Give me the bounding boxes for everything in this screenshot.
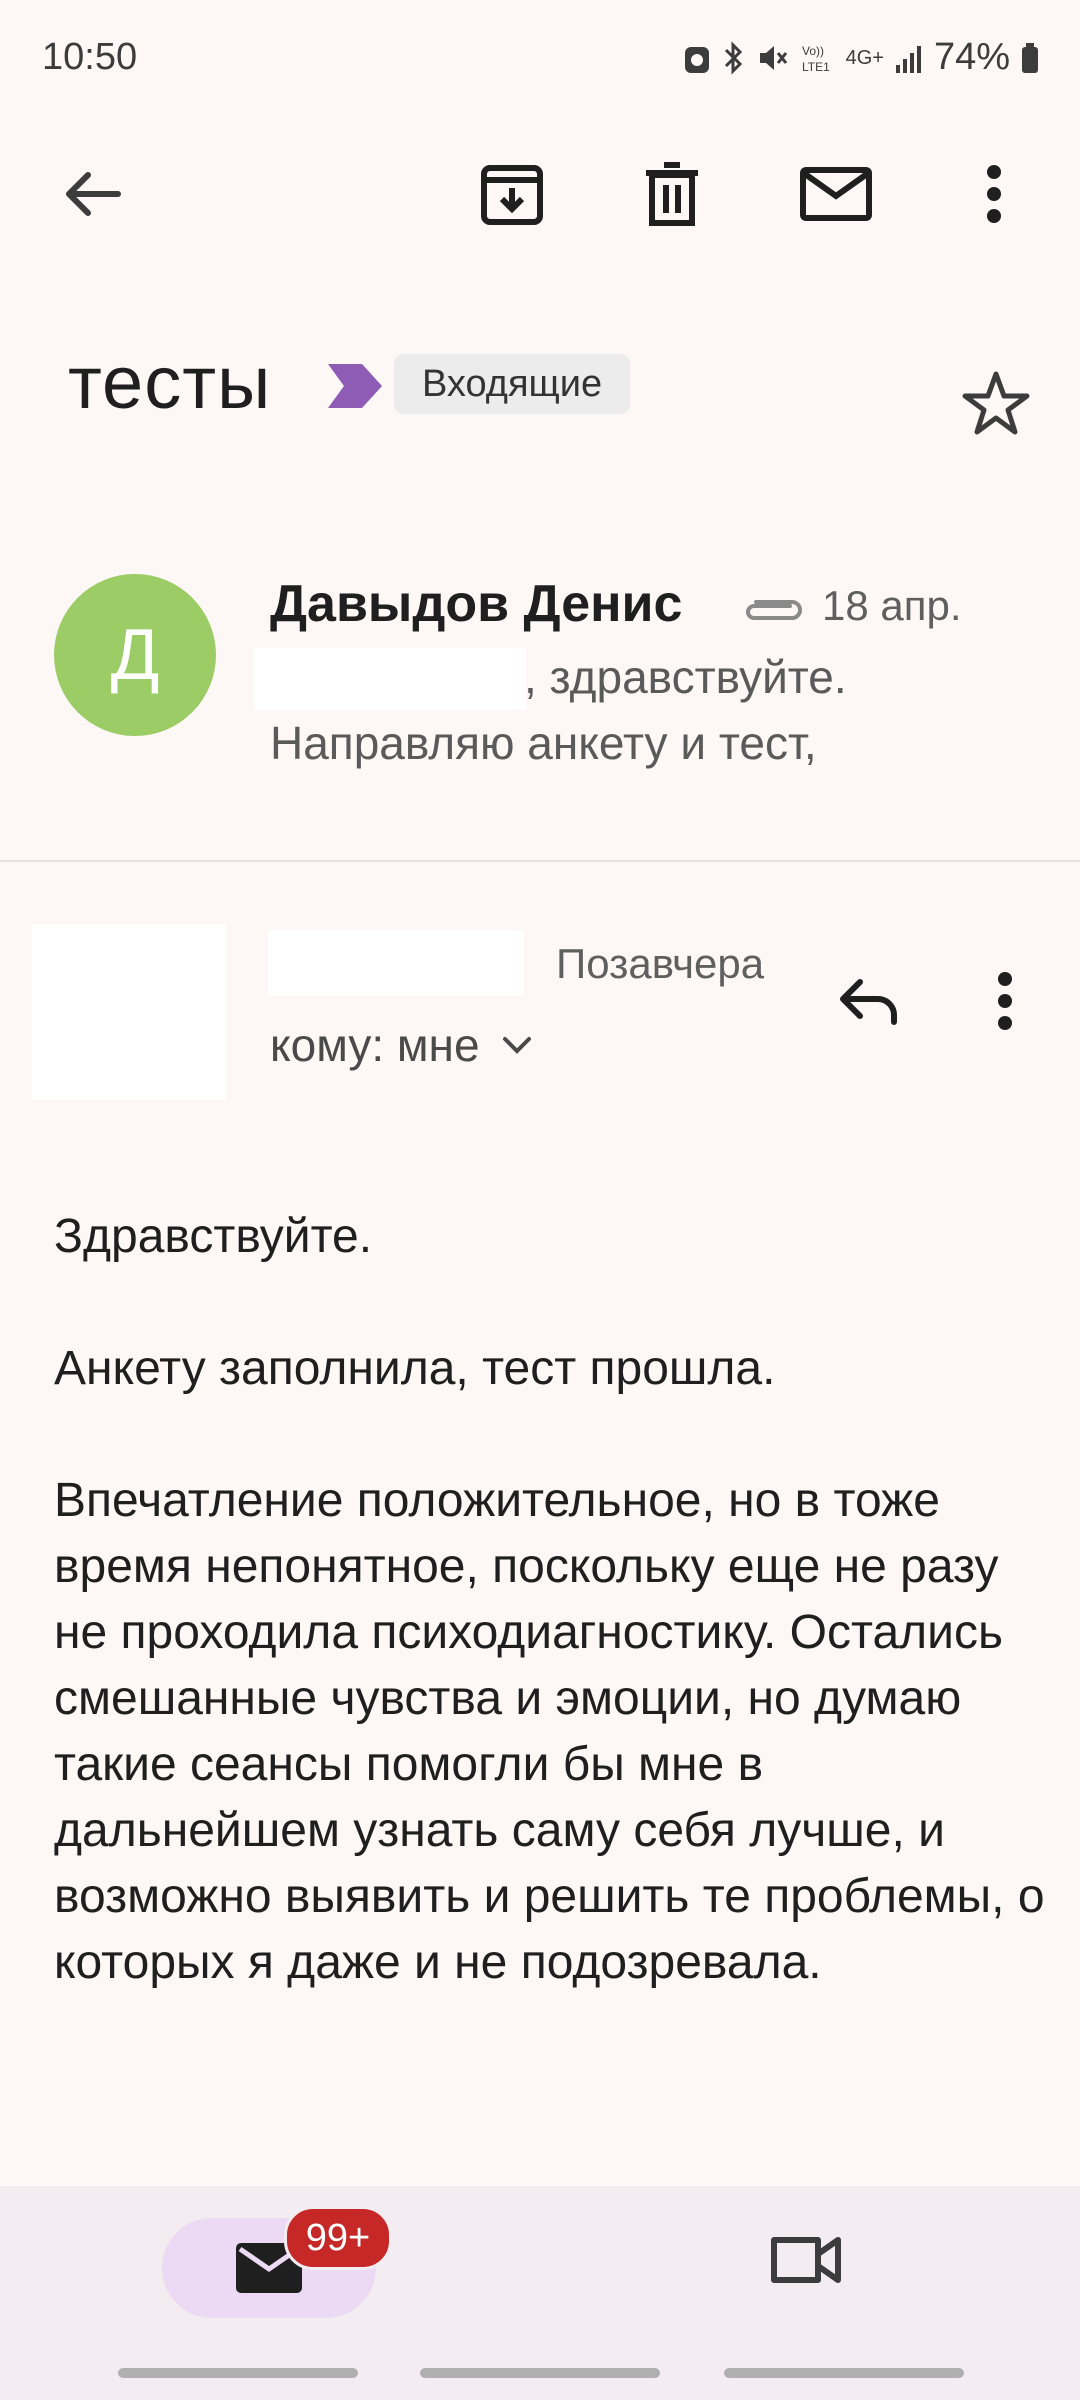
snippet-line-1: , здравствуйте. bbox=[524, 651, 847, 703]
subject-title: тесты bbox=[68, 341, 272, 424]
sender-avatar[interactable]: Д bbox=[54, 574, 216, 736]
volte-icon: Vo)) LTE1 bbox=[802, 44, 830, 74]
star-button[interactable] bbox=[962, 370, 1030, 441]
more-vert-icon bbox=[998, 972, 1012, 1030]
message-date-2: Позавчера bbox=[556, 940, 765, 987]
gesture-bar-right bbox=[724, 2368, 964, 2378]
archive-button[interactable] bbox=[462, 144, 562, 244]
reply-icon bbox=[840, 979, 897, 1025]
attachment-icon bbox=[746, 600, 802, 620]
message-date: 18 апр. bbox=[822, 582, 962, 629]
trash-icon bbox=[646, 162, 698, 226]
redacted-name bbox=[254, 648, 526, 710]
message-divider bbox=[0, 860, 1080, 862]
recipients-label: кому: мне bbox=[270, 1019, 480, 1071]
star-icon bbox=[962, 371, 1030, 435]
back-arrow-icon bbox=[66, 172, 121, 216]
mute-icon bbox=[759, 45, 787, 70]
status-icons: Vo)) LTE1 4G+ 74% bbox=[682, 36, 1040, 79]
gesture-bar-center bbox=[420, 2368, 660, 2378]
back-button[interactable] bbox=[42, 144, 142, 244]
battery-icon bbox=[1022, 42, 1038, 73]
svg-text:Vo)): Vo)) bbox=[802, 44, 824, 58]
redacted-sender bbox=[268, 930, 524, 996]
more-vert-icon bbox=[987, 165, 1001, 223]
alarm-icon bbox=[684, 46, 709, 73]
archive-icon bbox=[481, 165, 543, 225]
redacted-avatar bbox=[32, 924, 226, 1100]
delete-button[interactable] bbox=[622, 144, 722, 244]
nav-meet-button[interactable] bbox=[770, 2232, 842, 2293]
svg-text:LTE1: LTE1 bbox=[802, 60, 830, 74]
message-body: Здравствуйте. Анкету заполнила, тест про… bbox=[54, 1204, 1054, 2062]
recipients-toggle[interactable]: кому: мне bbox=[270, 1018, 532, 1072]
bluetooth-icon bbox=[724, 40, 742, 75]
mail-unread-icon bbox=[800, 167, 872, 221]
video-camera-icon bbox=[771, 2237, 841, 2283]
message-more-button[interactable] bbox=[970, 956, 1040, 1046]
battery-percent: 74% bbox=[933, 36, 1010, 78]
label-importance-icon bbox=[328, 364, 382, 408]
snippet-line-2: Направляю анкету и тест, bbox=[270, 717, 817, 769]
chevron-down-icon bbox=[502, 1037, 531, 1054]
more-options-button[interactable] bbox=[944, 144, 1044, 244]
unread-badge: 99+ bbox=[284, 2206, 392, 2270]
gesture-bar-left bbox=[118, 2368, 358, 2378]
folder-chip[interactable]: Входящие bbox=[394, 354, 631, 414]
mark-unread-button[interactable] bbox=[786, 144, 886, 244]
signal-icon bbox=[895, 45, 921, 73]
sender-name: Давыдов Денис bbox=[270, 575, 683, 633]
body-paragraph-3: Впечатление положительное, но в тоже вре… bbox=[54, 1474, 1045, 1989]
network-type: 4G+ bbox=[845, 46, 884, 69]
reply-button[interactable] bbox=[824, 956, 914, 1046]
body-paragraph-2: Анкету заполнила, тест прошла. bbox=[54, 1342, 776, 1395]
status-time: 10:50 bbox=[42, 36, 138, 78]
body-paragraph-1: Здравствуйте. bbox=[54, 1210, 373, 1263]
